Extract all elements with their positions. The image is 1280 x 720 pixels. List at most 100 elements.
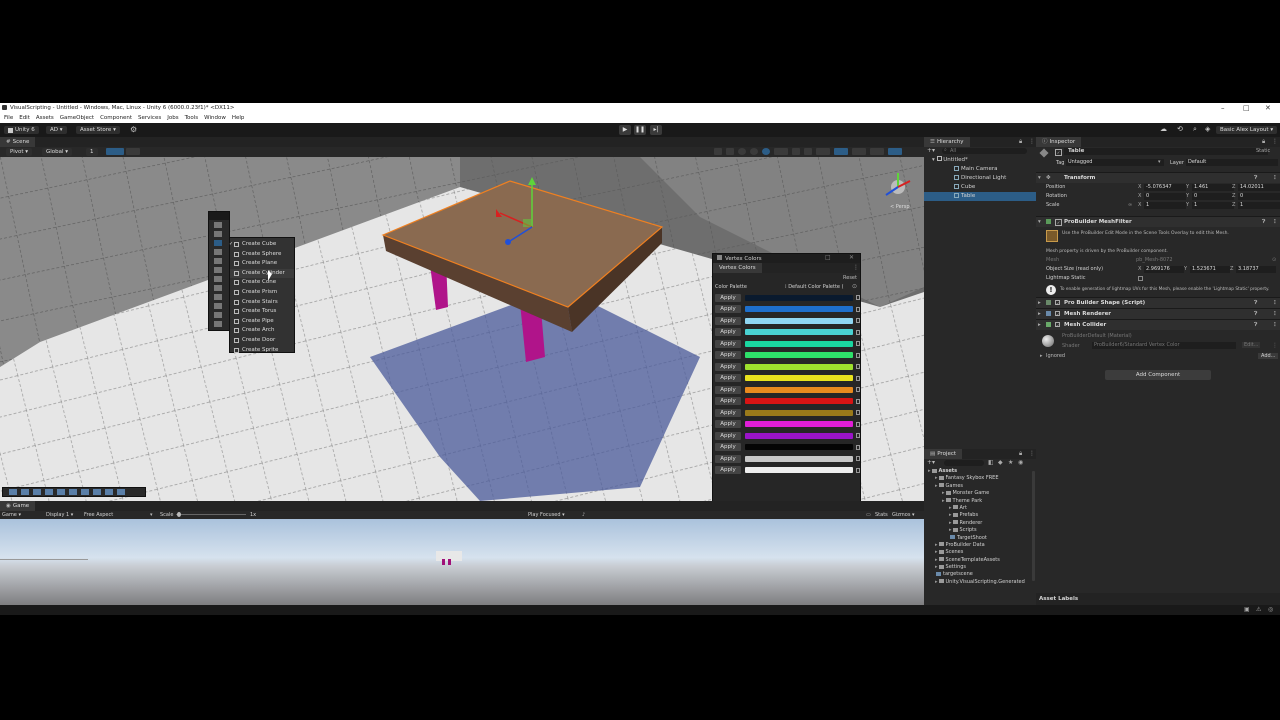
menu-component[interactable]: Component [100, 115, 132, 121]
shape-menu-item[interactable]: Create Cylinder [230, 268, 294, 279]
merge-icon[interactable] [21, 489, 29, 495]
globe-icon[interactable] [888, 148, 902, 155]
foldout-arrow-icon[interactable]: ▸ [1038, 320, 1041, 330]
component-header[interactable]: ▸ ✓ Mesh Renderer ❓︎ ⋮ [1036, 308, 1280, 319]
color-swatch[interactable] [745, 421, 853, 428]
project-tree-item[interactable]: ▸ Prefabs [924, 512, 1036, 519]
camera-icon[interactable] [852, 148, 866, 155]
history-icon[interactable]: ⟲ [1177, 125, 1183, 133]
tab-project[interactable]: ▤ Project [924, 449, 963, 459]
render-settings-icon[interactable] [774, 148, 788, 155]
global-dropdown[interactable]: Global ▾ [42, 148, 73, 156]
eyedropper-icon[interactable] [856, 329, 860, 335]
hierarchy-menu-icon[interactable]: ⋮ [1029, 138, 1035, 145]
meshfilter-header[interactable]: ▾ ✓ ProBuilder MeshFilter ❓︎ ⋮ [1036, 216, 1280, 227]
mute-audio-icon[interactable]: ♪ [582, 511, 585, 519]
tree-arrow-icon[interactable]: ▸ [949, 505, 952, 511]
eyedropper-icon[interactable] [856, 318, 860, 324]
help-icon[interactable]: ❓︎ [1262, 217, 1265, 227]
add-object-icon[interactable]: +▾ [927, 147, 935, 154]
audio-icon[interactable] [804, 148, 812, 155]
component-header[interactable]: ▸ ✓ Pro Builder Shape (Script) ❓︎ ⋮ [1036, 297, 1280, 308]
layers-icon[interactable]: ◈ [1205, 125, 1210, 133]
project-tree-item[interactable]: ▸ Scripts [924, 527, 1036, 534]
poly-shape-icon[interactable] [214, 294, 222, 300]
eyedropper-icon[interactable] [856, 444, 860, 450]
reset-button[interactable]: Reset [843, 275, 857, 281]
project-tree-item[interactable]: targetscene [924, 571, 1036, 578]
position-y-field[interactable]: 1.461 [1192, 184, 1234, 191]
foldout-arrow-icon[interactable]: ▸ [1038, 298, 1041, 308]
menu-window[interactable]: Window [204, 115, 226, 121]
play-focused-dropdown[interactable]: Play Focused ▾ [528, 511, 565, 519]
scene-root-row[interactable]: ▾ Untitled* [924, 156, 1036, 165]
hierarchy-item[interactable]: Directional Light [924, 174, 1036, 183]
shape-menu-item[interactable]: Create Door [230, 336, 294, 346]
project-lock-icon[interactable]: 🔒︎ [1019, 450, 1022, 458]
conform-icon[interactable] [69, 489, 77, 495]
visibility-icon[interactable] [834, 148, 848, 155]
component-menu-icon[interactable]: ⋮ [1272, 173, 1278, 183]
rotation-x-field[interactable]: 0 [1144, 193, 1186, 200]
component-menu-icon[interactable]: ⋮ [1272, 217, 1278, 227]
effects-icon[interactable] [816, 148, 830, 155]
play-button[interactable]: ▶ [619, 125, 631, 135]
eyedropper-icon[interactable] [856, 398, 860, 404]
color-swatch[interactable] [745, 352, 853, 359]
eyedropper-icon[interactable] [856, 352, 860, 358]
foldout-arrow-icon[interactable]: ▸ [1038, 309, 1041, 319]
edge-mode-icon[interactable] [214, 312, 222, 318]
shader-dropdown[interactable]: ProBuilder6/Standard Vertex Color [1092, 342, 1236, 349]
window-menu-icon[interactable]: ⋮ [853, 264, 859, 271]
constrain-proportions-icon[interactable]: ∞ [1128, 201, 1132, 210]
flip-icon[interactable] [33, 489, 41, 495]
tab-game[interactable]: ◉ Game [0, 501, 36, 511]
eyedropper-icon[interactable] [856, 387, 860, 393]
layout-dropdown[interactable]: Basic Alex Layout ▾ [1216, 126, 1278, 134]
display-dropdown[interactable]: Display 1 ▾ [46, 511, 73, 519]
project-menu-icon[interactable]: ⋮ [1029, 450, 1035, 457]
scale-y-field[interactable]: 1 [1192, 202, 1234, 209]
search-icon[interactable]: ⌕ [1193, 125, 1197, 134]
apply-color-button[interactable]: Apply [715, 420, 741, 429]
shape-menu-item[interactable]: Create Stairs [230, 298, 294, 308]
tree-arrow-icon[interactable]: ▸ [935, 542, 938, 548]
meshfilter-enabled-checkbox[interactable]: ✓ [1055, 219, 1062, 226]
wireframe-icon[interactable] [750, 148, 758, 155]
color-swatch[interactable] [745, 317, 853, 324]
strip-handle[interactable] [209, 212, 229, 220]
color-swatch[interactable] [745, 444, 853, 451]
apply-color-button[interactable]: Apply [715, 374, 741, 383]
perspective-label[interactable]: < Persp [890, 204, 910, 210]
scale-z-field[interactable]: 1 [1238, 202, 1280, 209]
apply-color-button[interactable]: Apply [715, 466, 741, 475]
step-button[interactable]: ▸| [650, 125, 662, 135]
apply-color-button[interactable]: Apply [715, 385, 741, 394]
scale-slider-thumb[interactable] [177, 512, 181, 517]
cloud-settings-icon[interactable]: ⚙ [130, 125, 137, 134]
tree-arrow-icon[interactable]: ▸ [949, 527, 952, 533]
apply-color-button[interactable]: Apply [715, 328, 741, 337]
project-tree-item[interactable]: ▸ Assets [924, 468, 1036, 475]
project-tree-item[interactable]: ▸ Renderer [924, 520, 1036, 527]
component-menu-icon[interactable]: ⋮ [1272, 320, 1278, 330]
foldout-arrow-icon[interactable]: ▾ [1038, 217, 1041, 227]
eyedropper-icon[interactable] [856, 306, 860, 312]
tree-arrow-icon[interactable]: ▸ [935, 483, 938, 489]
shape-menu-item[interactable]: Create Sprite [230, 346, 294, 356]
eyedropper-icon[interactable] [856, 375, 860, 381]
lighting-icon[interactable] [762, 148, 770, 155]
tree-arrow-icon[interactable]: ▸ [935, 475, 938, 481]
shape-menu-item[interactable]: Create Cone [230, 278, 294, 288]
inspector-menu-icon[interactable]: ⋮ [1272, 138, 1278, 145]
apply-color-button[interactable]: Apply [715, 305, 741, 314]
close-window-icon[interactable]: ✕ [849, 254, 854, 261]
tab-hierarchy[interactable]: ☰ Hierarchy [924, 137, 970, 147]
hand-tool-icon[interactable] [214, 231, 222, 237]
maximize-window-icon[interactable]: □ [825, 254, 831, 261]
filter-label-icon[interactable]: ◆ [998, 459, 1003, 466]
color-swatch[interactable] [745, 398, 853, 405]
freeze-icon[interactable] [105, 489, 113, 495]
apply-color-button[interactable]: Apply [715, 362, 741, 371]
expand-arrow-icon[interactable]: ▾ [932, 157, 935, 163]
